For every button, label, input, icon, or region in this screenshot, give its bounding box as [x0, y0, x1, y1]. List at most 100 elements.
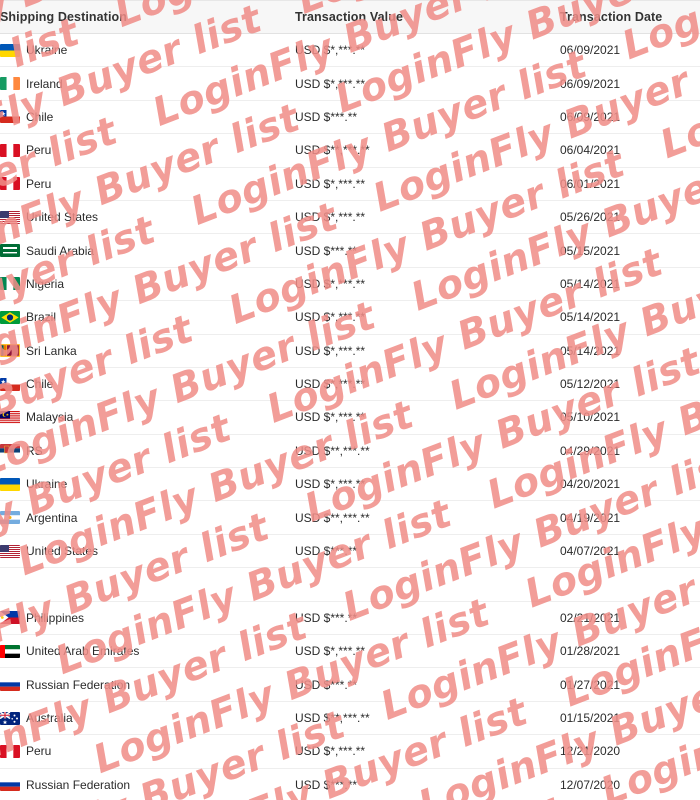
flag-icon-my [0, 411, 20, 424]
cell-transaction-value: USD $**,***.** [295, 133, 560, 168]
cell-shipping-destination: Peru [0, 167, 295, 201]
cell-transaction-date: 06/01/2021 [560, 167, 700, 201]
table-row[interactable]: Saudi Arabia USD $***.** 05/15/2021 [0, 233, 700, 268]
column-header-transaction-date[interactable]: Transaction Date [560, 0, 700, 34]
destination-label: Peru [26, 744, 52, 759]
cell-transaction-value: USD $***.** [295, 233, 560, 268]
flag-icon-pe [0, 745, 20, 758]
cell-transaction-value: USD $*,***.** [295, 300, 560, 335]
cell-transaction-date: 01/15/2021 [560, 701, 700, 736]
table-row[interactable]: Russian Federation USD $***.** 01/27/2021 [0, 667, 700, 702]
flag-icon-sa [0, 244, 20, 257]
cell-shipping-destination: United States [0, 200, 295, 235]
cell-shipping-destination: Russian Federation [0, 768, 295, 800]
destination-label: United States [26, 544, 99, 559]
destination-label: RS [26, 443, 43, 458]
table-row[interactable]: United States USD $***.** 04/07/2021 [0, 534, 700, 569]
table-header: Shipping Destination Transaction Value T… [0, 0, 700, 34]
cell-transaction-date: 05/14/2021 [560, 300, 700, 335]
flag-icon-ar [0, 511, 20, 524]
cell-transaction-date: 12/21/2020 [560, 734, 700, 769]
cell-shipping-destination: Philippines [0, 601, 295, 636]
table-row[interactable]: Chile USD $***.** 06/09/2021 [0, 100, 700, 135]
flag-icon-ie [0, 77, 20, 90]
table-row[interactable]: Peru USD $**,***.** 06/04/2021 [0, 133, 700, 168]
flag-icon-ru [0, 778, 20, 791]
table-row[interactable]: Philippines USD $***.** 02/21/2021 [0, 601, 700, 636]
cell-shipping-destination: Chile [0, 367, 295, 402]
table-row[interactable]: Chile USD $*,***.** 05/12/2021 [0, 367, 700, 402]
table-row[interactable]: Sri Lanka USD $*,***.** 05/14/2021 [0, 334, 700, 368]
table-row-empty[interactable] [0, 567, 700, 602]
cell-transaction-value: USD $*,***.** [295, 334, 560, 368]
flag-icon-us [0, 545, 20, 558]
cell-transaction-value: USD $*,***.** [295, 467, 560, 502]
flag-icon-ru [0, 678, 20, 691]
table-row[interactable]: United Arab Emirates USD $*,***.** 01/28/2… [0, 634, 700, 669]
flag-icon-pe [0, 177, 20, 190]
destination-label: Peru [26, 176, 52, 191]
cell-transaction-value: USD $*,***.** [295, 200, 560, 235]
cell-transaction-value: USD $*,***.** [295, 367, 560, 402]
cell-transaction-value: USD $***.** [295, 601, 560, 636]
table-row[interactable]: Brazil USD $*,***.** 05/14/2021 [0, 300, 700, 335]
table-row[interactable]: Peru USD $*,***.** 12/21/2020 [0, 734, 700, 769]
flag-icon-ae [0, 645, 20, 658]
table-row[interactable]: Russian Federation USD $***.** 12/07/2020 [0, 768, 700, 800]
cell-shipping-destination: United States [0, 534, 295, 569]
table-row[interactable]: Peru USD $*,***.** 06/01/2021 [0, 167, 700, 201]
table-row[interactable]: Malaysia USD $*,***.** 05/10/2021 [0, 400, 700, 435]
cell-transaction-date: 05/10/2021 [560, 400, 700, 435]
cell-shipping-destination: Saudi Arabia [0, 233, 295, 268]
cell-transaction-date: 05/14/2021 [560, 334, 700, 368]
cell-transaction-value: USD $**,***.** [295, 701, 560, 736]
destination-label: Russian Federation [26, 777, 131, 792]
cell-shipping-destination: Australia [0, 701, 295, 736]
cell-transaction-value: USD $*,***.** [295, 267, 560, 302]
cell-transaction-value: USD $*,***.** [295, 33, 560, 68]
table-row[interactable]: Ukraine USD $*,***.** 06/09/2021 [0, 33, 700, 68]
table-row[interactable]: Ukraine USD $*,***.** 04/20/2021 [0, 467, 700, 502]
destination-label: Ukraine [26, 477, 68, 492]
column-header-transaction-value[interactable]: Transaction Value [295, 0, 560, 34]
table-row[interactable]: Ireland USD $*,***.** 06/09/2021 [0, 66, 700, 101]
table-row[interactable]: RS USD $**,***.** 04/29/2021 [0, 434, 700, 469]
destination-label: Ukraine [26, 43, 68, 58]
destination-label: Argentina [26, 510, 78, 525]
table-row[interactable]: United States USD $*,***.** 05/26/2021 [0, 200, 700, 235]
cell-shipping-destination: Chile [0, 100, 295, 135]
table-row[interactable]: Argentina USD $**,***.** 04/19/2021 [0, 500, 700, 535]
table-header-row: Shipping Destination Transaction Value T… [0, 0, 700, 34]
table-row[interactable]: Australia USD $**,***.** 01/15/2021 [0, 701, 700, 736]
destination-label: United States [26, 210, 99, 225]
cell-shipping-destination: United Arab Emirates [0, 634, 295, 669]
cell-shipping-destination: Brazil [0, 300, 295, 335]
destination-label: Peru [26, 143, 52, 158]
cell-transaction-date: 04/19/2021 [560, 500, 700, 535]
cell-transaction-value: USD $***.** [295, 100, 560, 135]
flag-icon-us [0, 211, 20, 224]
table-row[interactable]: Nigeria USD $*,***.** 05/14/2021 [0, 267, 700, 302]
cell-transaction-date: 01/28/2021 [560, 634, 700, 669]
buyer-list-page: Shipping Destination Transaction Value T… [0, 0, 700, 800]
cell-transaction-value: USD $***.** [295, 534, 560, 569]
cell-transaction-date: 05/26/2021 [560, 200, 700, 235]
cell-transaction-date: 01/27/2021 [560, 667, 700, 702]
destination-label: Brazil [26, 310, 57, 325]
destination-label: United Arab Emirates [26, 644, 140, 659]
cell-transaction-date: 06/09/2021 [560, 100, 700, 135]
cell-transaction-date: 05/12/2021 [560, 367, 700, 402]
cell-shipping-destination: Peru [0, 734, 295, 769]
cell-transaction-value [295, 567, 560, 602]
column-header-shipping-destination[interactable]: Shipping Destination [0, 0, 295, 34]
flag-icon-pe [0, 144, 20, 157]
flag-icon-lk [0, 344, 20, 357]
cell-transaction-date: 05/14/2021 [560, 267, 700, 302]
cell-shipping-destination: Peru [0, 133, 295, 168]
cell-transaction-date: 06/09/2021 [560, 33, 700, 68]
cell-transaction-value: USD $***.** [295, 768, 560, 800]
cell-transaction-date: 04/29/2021 [560, 434, 700, 469]
cell-shipping-destination: Nigeria [0, 267, 295, 302]
flag-icon-br [0, 311, 20, 324]
cell-shipping-destination [0, 567, 295, 602]
